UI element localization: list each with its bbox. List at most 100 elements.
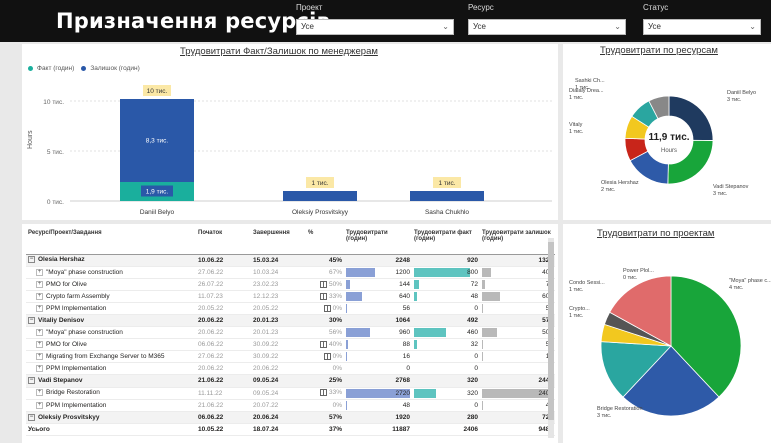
- cell-value: 960: [399, 329, 410, 337]
- expand-icon[interactable]: +: [36, 341, 43, 349]
- table-header-row: Ресурс/Проект/Завдання Початок Завершенн…: [26, 228, 555, 255]
- chevron-down-icon: ⌄: [614, 22, 621, 31]
- resources-donut-chart: 11,9 тис. Hours Daniil Belyo3 тис.Vadi S…: [569, 78, 756, 197]
- work-cell: 2720: [344, 387, 412, 400]
- expand-icon[interactable]: +: [36, 304, 43, 312]
- percent-value: 30%: [328, 317, 342, 325]
- column-header[interactable]: Трудовитрати факт (годин): [412, 228, 480, 255]
- manager-row[interactable]: − Oleksiy Prosvitskyy 06.06.22 20.06.24 57% 1…: [26, 411, 555, 424]
- project-filter[interactable]: Проект Усе ⌄: [296, 2, 454, 38]
- expand-icon[interactable]: +: [36, 280, 43, 288]
- column-header[interactable]: Початок: [196, 228, 251, 255]
- start-cell: 11.07.23: [196, 290, 251, 303]
- end-cell: 15.03.24: [251, 254, 306, 267]
- segment-data-label: 8,3 тис.: [146, 138, 169, 145]
- row-name-cell: + PMO for Olive: [26, 338, 196, 352]
- expand-icon[interactable]: +: [36, 329, 43, 336]
- collapse-icon[interactable]: −: [28, 316, 35, 324]
- scrollbar-thumb[interactable]: [548, 242, 554, 420]
- collapse-icon[interactable]: −: [28, 377, 35, 385]
- collapse-icon[interactable]: −: [28, 256, 35, 264]
- start-cell: 20.06.22: [196, 314, 251, 328]
- resource-filter-label: Ресурс: [468, 3, 494, 12]
- cell-value: 0: [482, 363, 553, 374]
- table-row[interactable]: + PPM Implementation 21.06.22 20.07.22 0% 48 0…: [26, 399, 555, 412]
- expand-icon[interactable]: +: [36, 292, 43, 300]
- table-scrollbar[interactable]: [548, 238, 554, 438]
- column-header[interactable]: Трудовитрати залишок (годин): [480, 228, 555, 255]
- remaining-cell: 720: [480, 411, 555, 424]
- table-row[interactable]: + "Moya" phase construction 20.06.22 20.01.…: [26, 326, 555, 340]
- row-name-cell: Усього: [26, 422, 196, 436]
- status-filter-dropdown[interactable]: Усе ⌄: [643, 19, 761, 35]
- work-cell: 1920: [344, 411, 412, 424]
- table-row[interactable]: + Crypto farm Assembly 11.07.23 12.12.23 33%…: [26, 290, 555, 303]
- slice-value-label: 1 тис.: [569, 129, 584, 135]
- end-cell: 12.12.23: [251, 290, 306, 303]
- actual-cell: 0: [412, 362, 480, 376]
- work-cell: 640: [344, 290, 412, 303]
- slice-category-label: Crypto...: [569, 306, 590, 312]
- column-header[interactable]: Завершення: [251, 228, 306, 255]
- row-name: PMO for Olive: [46, 341, 87, 349]
- column-header[interactable]: Ресурс/Проект/Завдання: [26, 228, 196, 255]
- row-name: Olesia Hershaz: [38, 256, 85, 264]
- project-filter-label: Проект: [296, 3, 323, 12]
- resource-filter-value: Усе: [473, 22, 486, 31]
- bar-segment[interactable]: [283, 191, 357, 201]
- table-row[interactable]: +PMO for Olive06.06.2230.09.2240%883256: [26, 338, 555, 352]
- expand-icon[interactable]: +: [36, 268, 43, 276]
- row-name: PPM Implementation: [46, 365, 107, 373]
- calendar-grid-icon: [319, 341, 327, 349]
- cell-value: 400: [482, 267, 553, 278]
- cell-value: 72: [470, 280, 478, 288]
- table-row[interactable]: + Migrating from Exchange Server to M365 2…: [26, 350, 555, 364]
- start-cell: 06.06.22: [196, 411, 251, 424]
- manager-row[interactable]: − Vitaliy Denisov 20.06.22 20.01.23 30% 1064 4…: [26, 314, 555, 328]
- row-name: Migrating from Exchange Server to M365: [46, 353, 165, 361]
- cell-value: 16: [402, 353, 410, 361]
- row-name-cell: + PMO for Olive: [26, 278, 196, 291]
- start-cell: 27.06.22: [196, 266, 251, 279]
- resource-filter-dropdown[interactable]: Усе ⌄: [468, 19, 626, 35]
- expand-icon[interactable]: +: [36, 353, 43, 361]
- work-cell: 144: [344, 278, 412, 291]
- work-cell: 16: [344, 350, 412, 364]
- cell-value: 32: [470, 341, 478, 349]
- percent-value: 0%: [332, 401, 342, 409]
- collapse-icon[interactable]: −: [28, 413, 35, 421]
- row-name-cell: + PPM Implementation: [26, 362, 196, 376]
- slice-category-label: Bridge Restoration: [597, 406, 643, 412]
- end-cell: 20.07.22: [251, 399, 306, 412]
- actual-cell: 320: [412, 374, 480, 388]
- table-row[interactable]: +PPM Implementation20.06.2220.06.220%000: [26, 362, 555, 376]
- expand-icon[interactable]: +: [36, 389, 43, 397]
- project-filter-dropdown[interactable]: Усе ⌄: [296, 19, 454, 35]
- percent-cell: 56%: [306, 326, 344, 340]
- manager-row[interactable]: − Vadi Stepanov 21.06.22 09.05.24 25% 2768 320…: [26, 374, 555, 388]
- table-row[interactable]: + "Moya" phase construction 27.06.22 10.03.…: [26, 266, 555, 279]
- y-axis-label: Hours: [27, 130, 34, 149]
- expand-icon[interactable]: +: [36, 365, 43, 373]
- projects-pie-chart: "Moya" phase c...4 тис. Bridge Restoratio…: [569, 268, 771, 419]
- resource-filter[interactable]: Ресурс Усе ⌄: [468, 2, 626, 38]
- end-cell: 09.05.24: [251, 387, 306, 400]
- column-header[interactable]: %: [306, 228, 344, 255]
- table-row[interactable]: + PPM Implementation 20.05.22 20.05.22 0% 56 0…: [26, 302, 555, 315]
- table-row[interactable]: + Bridge Restoration 11.11.22 09.05.24 33% 27…: [26, 387, 555, 400]
- pie-slice[interactable]: [667, 139, 714, 185]
- status-filter[interactable]: Статус Усе ⌄: [643, 2, 761, 38]
- percent-cell: 45%: [306, 254, 344, 267]
- expand-icon[interactable]: +: [36, 401, 43, 409]
- actual-cell: 800: [412, 266, 480, 279]
- remaining-cell: 1328: [480, 254, 555, 267]
- column-header[interactable]: Трудовитрати (годин): [344, 228, 412, 255]
- bar-segment[interactable]: [410, 191, 484, 201]
- x-tick-label: Sasha Chukhlo: [425, 209, 469, 216]
- row-name: Bridge Restoration: [46, 389, 100, 397]
- row-name: "Moya" phase construction: [46, 329, 123, 337]
- end-cell: 23.02.23: [251, 278, 306, 291]
- table-row[interactable]: +PMO for Olive26.07.2223.02.2350%1447272: [26, 278, 555, 291]
- manager-row[interactable]: − Olesia Hershaz 10.06.22 15.03.24 45% 2248 92…: [26, 254, 555, 267]
- total-row[interactable]: Усього 10.05.22 18.07.24 37% 11887 2406 9481: [26, 422, 555, 436]
